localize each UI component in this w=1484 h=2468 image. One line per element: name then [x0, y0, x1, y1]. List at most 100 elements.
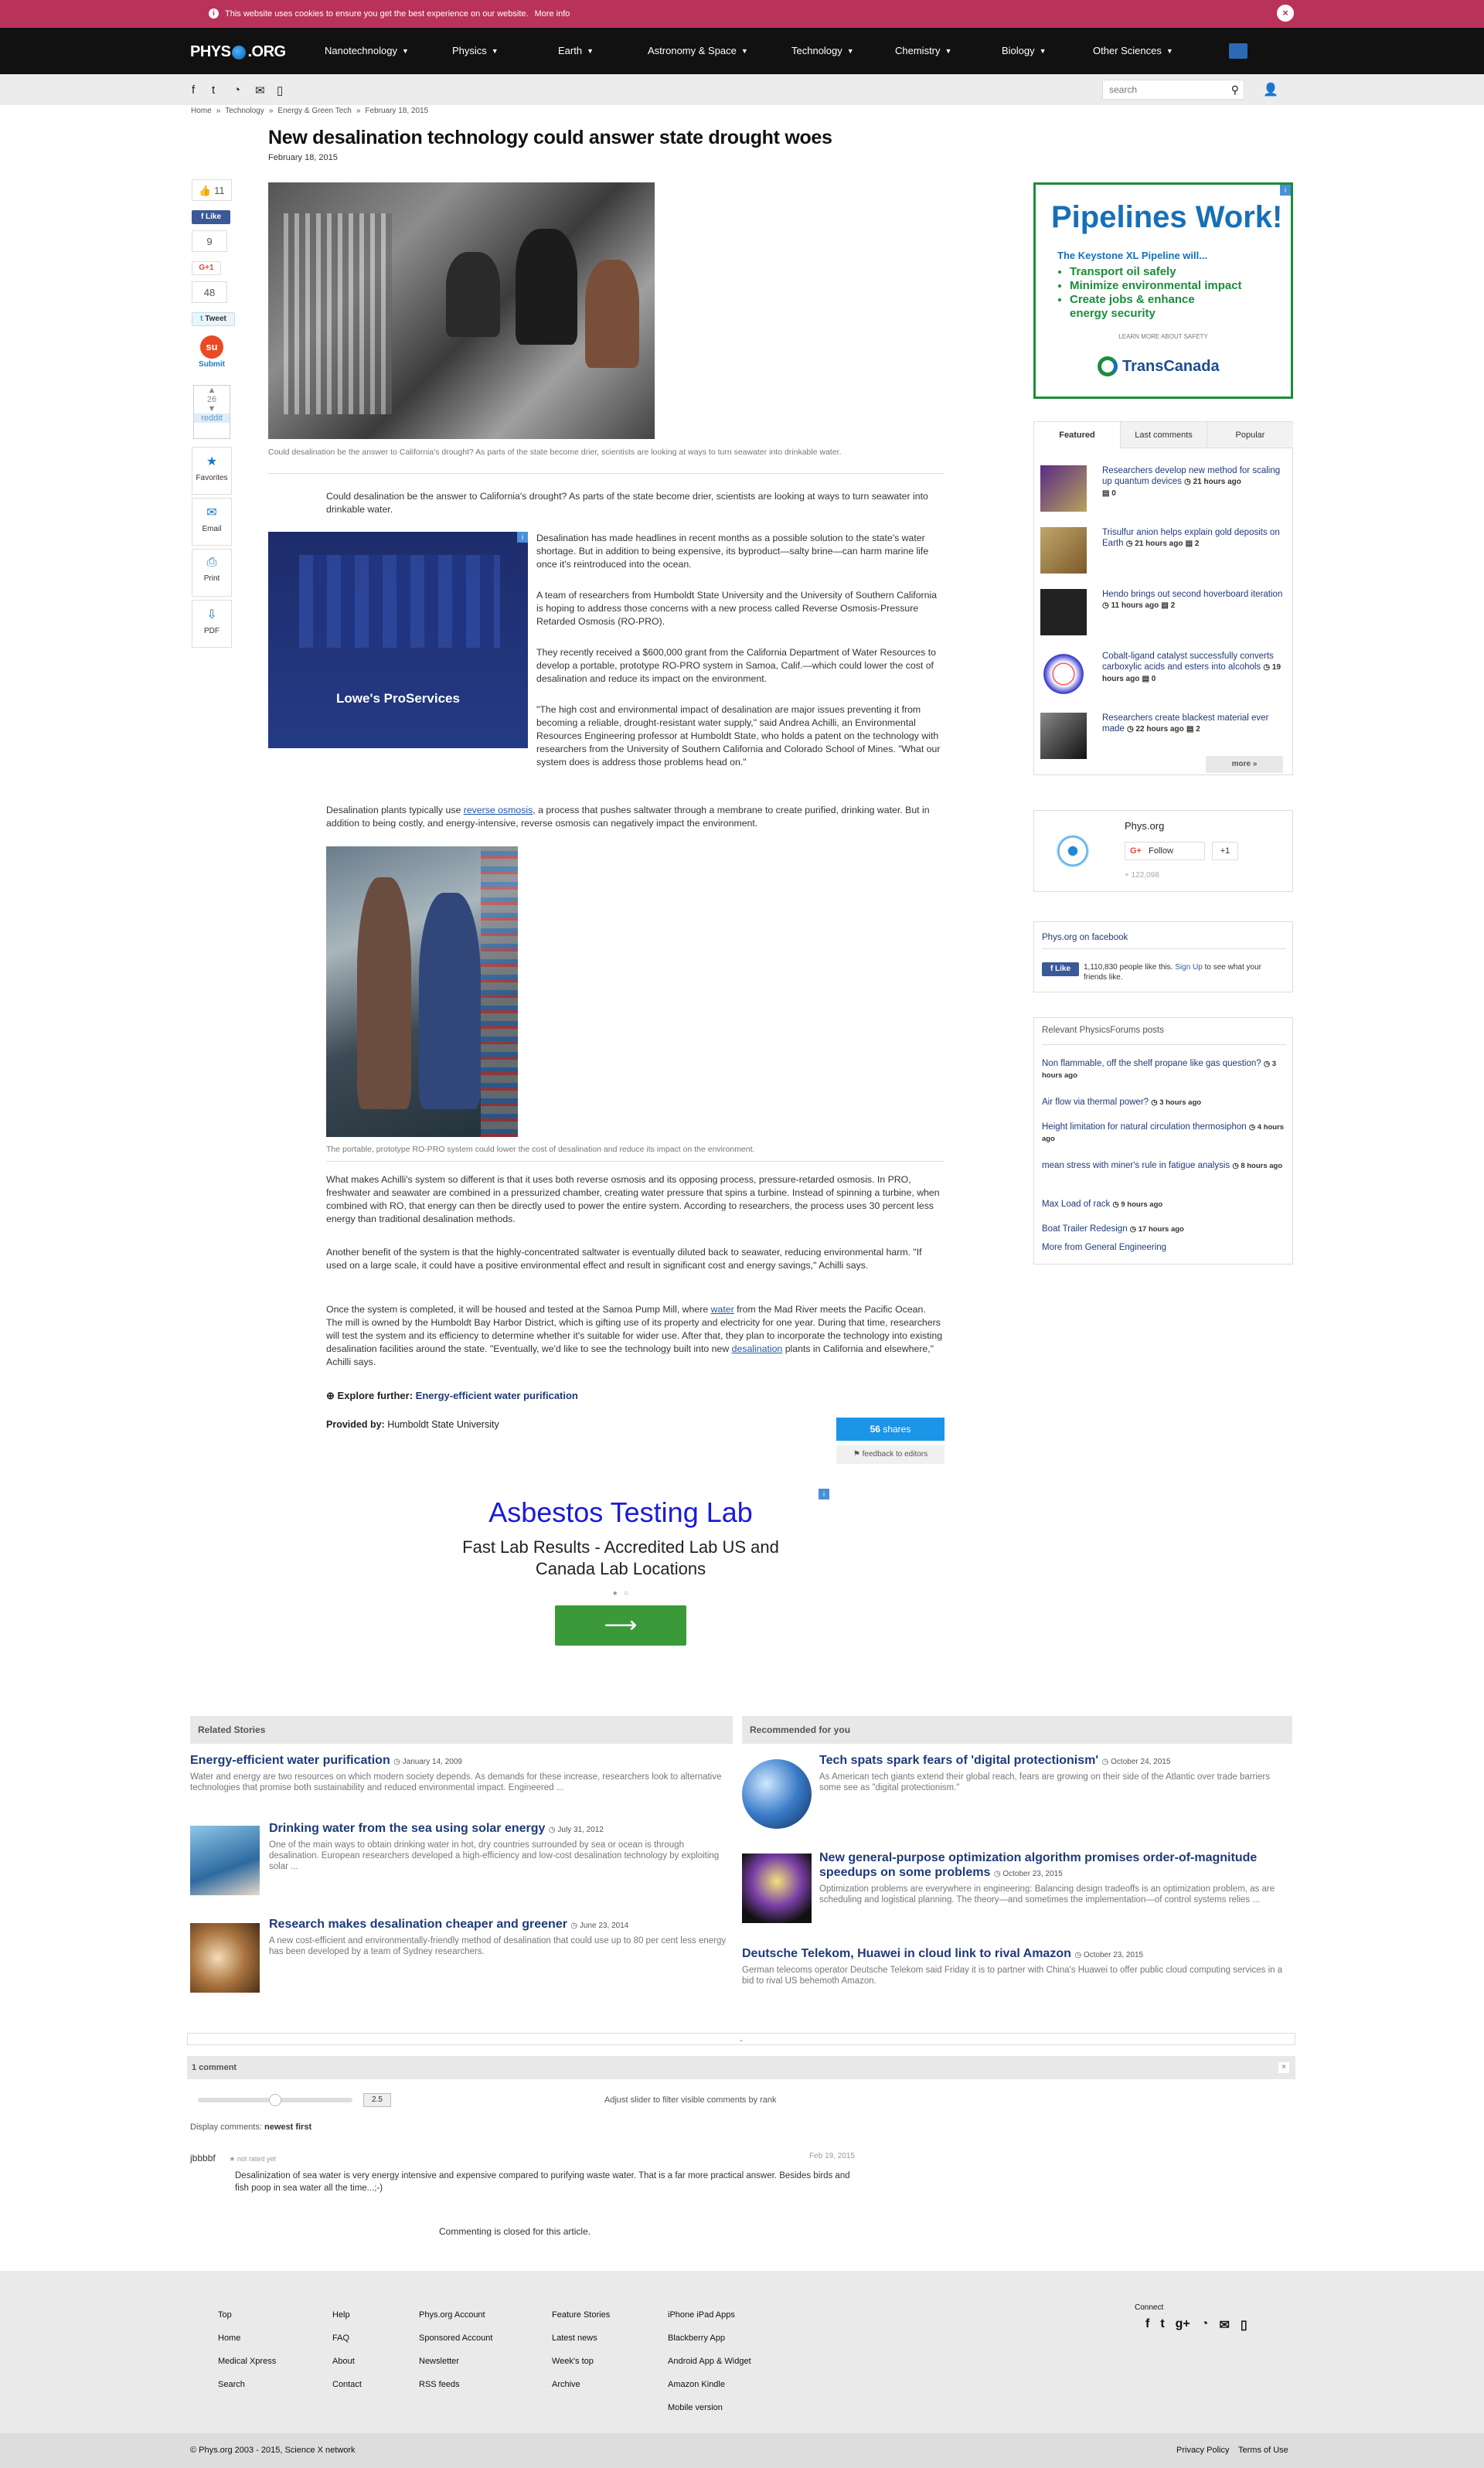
- print-button[interactable]: ⎙ Print: [192, 549, 232, 597]
- footer-link[interactable]: Latest news: [552, 2327, 610, 2350]
- favorites-button[interactable]: ★ Favorites: [192, 447, 232, 495]
- shares-button[interactable]: 56 shares: [836, 1418, 945, 1441]
- expand-toggle[interactable]: ⌄: [187, 2033, 1295, 2045]
- breadcrumb-home[interactable]: Home: [191, 107, 212, 115]
- footer-link[interactable]: Android App & Widget: [668, 2350, 751, 2373]
- footer-link[interactable]: Blackberry App: [668, 2327, 751, 2350]
- privacy-link[interactable]: Privacy Policy: [1176, 2446, 1229, 2455]
- nav-biology[interactable]: Biology ▼: [1002, 45, 1047, 56]
- thumbs-up-button[interactable]: 👍 11: [192, 179, 232, 201]
- search-icon[interactable]: ⚲: [1231, 83, 1239, 97]
- recommended-thumb[interactable]: [742, 1759, 812, 1829]
- nav-physics[interactable]: Physics ▼: [452, 45, 499, 56]
- related-thumb[interactable]: [190, 1923, 260, 1993]
- mobile-icon[interactable]: ▯: [277, 83, 283, 97]
- tab-last-comments[interactable]: Last comments: [1121, 422, 1207, 448]
- article-photo-lab[interactable]: [268, 182, 655, 439]
- nav-nanotechnology[interactable]: Nanotechnology ▼: [325, 45, 409, 56]
- explore-link[interactable]: Energy-efficient water purification: [416, 1390, 578, 1401]
- footer-link[interactable]: About: [332, 2350, 362, 2373]
- nav-technology[interactable]: Technology ▼: [791, 45, 854, 56]
- footer-link[interactable]: Newsletter: [419, 2350, 492, 2373]
- google-plus-icon[interactable]: g+: [1176, 2317, 1190, 2333]
- search-input[interactable]: [1103, 80, 1219, 99]
- fb-like-button[interactable]: f Like: [1042, 962, 1079, 976]
- nav-other-sciences[interactable]: Other Sciences ▼: [1093, 45, 1173, 56]
- forums-more-link[interactable]: More from General Engineering: [1042, 1242, 1289, 1254]
- rank-slider-track[interactable]: [198, 2094, 352, 2106]
- gplus-follow-button[interactable]: G+ Follow: [1125, 842, 1205, 860]
- featured-item[interactable]: Cobalt-ligand catalyst successfully conv…: [1040, 648, 1288, 703]
- ad-arrow-button[interactable]: ⟶: [555, 1605, 686, 1646]
- breadcrumb-energy[interactable]: Energy & Green Tech: [277, 107, 351, 115]
- related-item[interactable]: Research makes desalination cheaper and …: [269, 1917, 733, 1957]
- dot-icon[interactable]: ○: [624, 1589, 628, 1598]
- recommended-item[interactable]: Tech spats spark fears of 'digital prote…: [819, 1753, 1292, 1793]
- footer-link[interactable]: Archive: [552, 2373, 610, 2396]
- related-item[interactable]: Drinking water from the sea using solar …: [269, 1821, 733, 1872]
- forum-post[interactable]: Air flow via thermal power? ◷ 3 hours ag…: [1042, 1097, 1289, 1108]
- facebook-like-button[interactable]: f Like: [192, 210, 230, 224]
- recommended-thumb[interactable]: [742, 1854, 812, 1923]
- rss-icon[interactable]: ◔: [1201, 2317, 1209, 2333]
- footer-link[interactable]: RSS feeds: [419, 2373, 492, 2396]
- desalination-link[interactable]: desalination: [732, 1343, 783, 1354]
- footer-link[interactable]: Contact: [332, 2373, 362, 2396]
- terms-link[interactable]: Terms of Use: [1238, 2446, 1288, 2455]
- forum-post[interactable]: mean stress with miner's rule in fatigue…: [1042, 1160, 1289, 1172]
- gplus-name[interactable]: Phys.org: [1125, 820, 1164, 832]
- featured-item[interactable]: Trisulfur anion helps explain gold depos…: [1040, 524, 1288, 580]
- gplus-button[interactable]: G+1: [192, 261, 221, 275]
- footer-link[interactable]: Week's top: [552, 2350, 610, 2373]
- email-button[interactable]: ✉ Email: [192, 498, 232, 546]
- forum-post[interactable]: Boat Trailer Redesign ◷ 17 hours ago: [1042, 1224, 1289, 1235]
- water-link[interactable]: water: [711, 1304, 734, 1315]
- footer-link[interactable]: Mobile version: [668, 2396, 751, 2419]
- footer-link[interactable]: Sponsored Account: [419, 2327, 492, 2350]
- twitter-icon[interactable]: t: [212, 83, 215, 97]
- footer-link[interactable]: Amazon Kindle: [668, 2373, 751, 2396]
- ad-lowes[interactable]: Lowe's ProServices i: [268, 532, 528, 748]
- region-flag-icon[interactable]: [1229, 43, 1247, 59]
- ad-pipelines[interactable]: Pipelines Work! The Keystone XL Pipeline…: [1033, 182, 1293, 399]
- breadcrumb-technology[interactable]: Technology: [225, 107, 264, 115]
- facebook-icon[interactable]: f: [192, 83, 195, 97]
- reverse-osmosis-link[interactable]: reverse osmosis: [464, 805, 533, 815]
- nav-chemistry[interactable]: Chemistry ▼: [895, 45, 951, 56]
- related-item[interactable]: Energy-efficient water purification ◷ Ja…: [190, 1753, 733, 1793]
- mobile-icon[interactable]: ▯: [1241, 2317, 1247, 2333]
- fb-signup-link[interactable]: Sign Up: [1175, 963, 1203, 972]
- footer-link[interactable]: Search: [218, 2373, 276, 2396]
- footer-link[interactable]: Top: [218, 2303, 276, 2327]
- ad-choices-icon[interactable]: i: [517, 532, 528, 543]
- sort-newest-link[interactable]: newest first: [264, 2122, 311, 2132]
- tweet-button[interactable]: t Tweet: [192, 312, 235, 326]
- forum-post[interactable]: Max Load of rack ◷ 9 hours ago: [1042, 1199, 1289, 1210]
- feedback-button[interactable]: ⚑ feedback to editors: [836, 1445, 945, 1464]
- forum-post[interactable]: Height limitation for natural circulatio…: [1042, 1122, 1289, 1145]
- close-icon[interactable]: ×: [1277, 5, 1294, 22]
- footer-link[interactable]: Help: [332, 2303, 362, 2327]
- more-button[interactable]: more »: [1206, 756, 1283, 773]
- recommended-item[interactable]: New general-purpose optimization algorit…: [819, 1850, 1292, 1905]
- stumbleupon-button[interactable]: su Submit: [193, 334, 230, 377]
- rss-icon[interactable]: ◔: [233, 83, 240, 97]
- footer-link[interactable]: Medical Xpress: [218, 2350, 276, 2373]
- ad-choices-icon[interactable]: i: [1280, 185, 1291, 196]
- star-icon[interactable]: ★: [229, 2155, 235, 2163]
- related-thumb[interactable]: [190, 1826, 260, 1895]
- forum-post[interactable]: Non flammable, off the shelf propane lik…: [1042, 1058, 1289, 1081]
- comment-user[interactable]: jbbbbf: [190, 2153, 216, 2163]
- tab-popular[interactable]: Popular: [1207, 422, 1293, 448]
- footer-link[interactable]: iPhone iPad Apps: [668, 2303, 751, 2327]
- twitter-icon[interactable]: t: [1160, 2317, 1164, 2333]
- email-icon[interactable]: ✉: [1219, 2317, 1229, 2333]
- gplus-plus1-button[interactable]: +1: [1212, 842, 1238, 860]
- reddit-widget[interactable]: ▲ 26 ▼ reddit: [193, 385, 230, 439]
- featured-item[interactable]: Hendo brings out second hoverboard itera…: [1040, 586, 1288, 642]
- ad-asbestos[interactable]: Asbestos Testing Lab Fast Lab Results - …: [412, 1489, 829, 1660]
- user-icon[interactable]: 👤: [1263, 82, 1278, 97]
- tab-featured[interactable]: Featured: [1034, 422, 1121, 448]
- nav-astronomy[interactable]: Astronomy & Space ▼: [648, 45, 748, 56]
- article-photo-prototype[interactable]: [326, 846, 518, 1137]
